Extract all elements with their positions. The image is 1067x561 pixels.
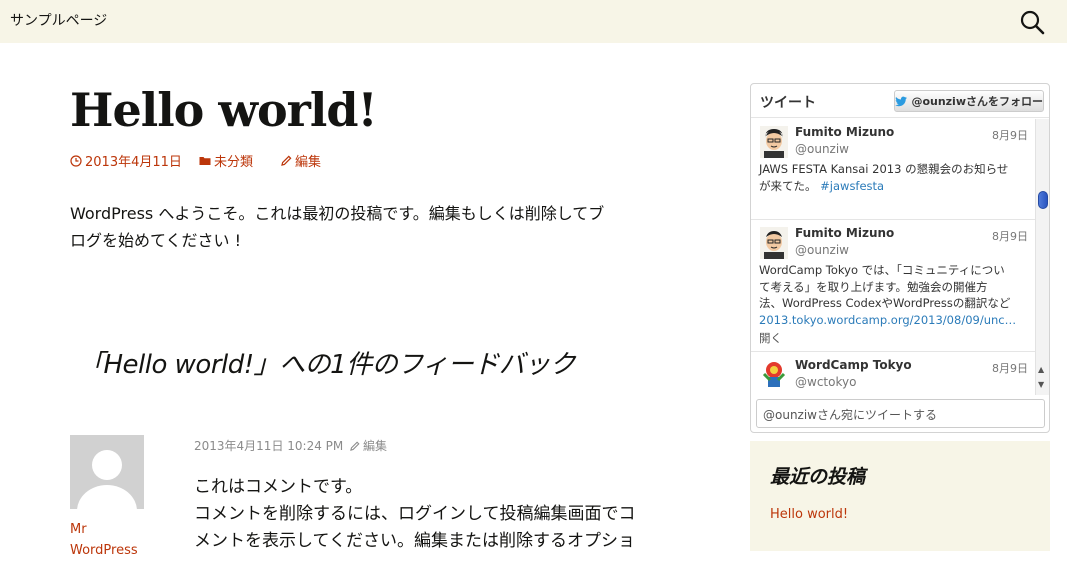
comment-edit-label: 編集 — [363, 439, 388, 453]
comment-line: コメントを削除するには、ログインして投稿編集画面でコ — [194, 504, 636, 524]
tweet-text-line: JAWS FESTA Kansai 2013 の懇親会のお知らせ — [759, 162, 1009, 176]
comment-edit-link[interactable]: 編集 — [350, 437, 387, 454]
tweet-text-line: WordCamp Tokyo では、「コミュニティについ — [759, 263, 1005, 277]
post-date-link[interactable]: 2013年4月11日 — [70, 151, 182, 170]
tweet-text-line: 法、WordPress CodexやWordPressの翻訳など — [759, 296, 1011, 310]
comment-avatar — [70, 435, 144, 509]
twitter-follow-button[interactable]: @ounziwさんをフォロー — [894, 90, 1044, 112]
tweet-link[interactable]: 2013.tokyo.wordcamp.org/2013/08/09/unc… — [759, 312, 1027, 329]
avatar — [760, 227, 788, 259]
comment-author-line: WordPress — [70, 543, 138, 558]
post-content-line: WordPress へようこそ。これは最初の投稿です。編集もしくは削除してブ — [70, 204, 605, 223]
comment-date-link[interactable]: 2013年4月11日 10:24 PM — [194, 437, 343, 454]
default-avatar-icon — [70, 435, 144, 509]
tweet-list-scrollbar[interactable]: ▲ ▼ — [1035, 119, 1049, 395]
recent-posts-title: 最近の投稿 — [770, 466, 866, 488]
tweet-text: WordCamp Tokyo では、「コミュニティについ て考える」を取り上げま… — [759, 262, 1027, 328]
clock-icon — [70, 154, 82, 167]
post-edit-label: 編集 — [295, 155, 322, 170]
post-content-line: ログを始めてください ! — [70, 231, 242, 250]
comment-date: 2013年4月11日 10:24 PM — [194, 439, 344, 453]
tweet-item[interactable]: Fumito Mizuno @ounziw 8月9日 JAWS FESTA Ka… — [751, 119, 1035, 220]
tweet-text-fragment: が来てた。 — [759, 178, 817, 193]
tweet-list[interactable]: Fumito Mizuno @ounziw 8月9日 JAWS FESTA Ka… — [751, 119, 1035, 395]
pencil-icon — [350, 441, 360, 451]
pencil-icon — [281, 155, 292, 166]
tweet-text-line: て考える」を取り上げます。勉強会の開催方 — [759, 279, 988, 294]
tweet-item[interactable]: Fumito Mizuno @ounziw 8月9日 WordCamp Toky… — [751, 220, 1035, 352]
recent-posts-widget: 最近の投稿 Hello world! — [750, 441, 1050, 551]
tweet-time[interactable]: 8月9日 — [992, 127, 1028, 143]
tweet-text: JAWS FESTA Kansai 2013 の懇親会のお知らせ が来てた。 #… — [759, 161, 1027, 194]
post-content: WordPress へようこそ。これは最初の投稿です。編集もしくは削除してブ ロ… — [70, 200, 670, 254]
tweet-compose-input[interactable]: @ounziwさん宛にツイートする — [756, 399, 1045, 428]
scrollbar-thumb[interactable] — [1038, 191, 1048, 209]
post-title[interactable]: Hello world! — [70, 83, 378, 137]
comment-author-line: Mr — [70, 522, 87, 537]
comments-title: 「Hello world!」への1件のフィードバック — [78, 350, 576, 380]
tweet-author-name[interactable]: Fumito Mizuno — [795, 125, 894, 139]
tweet-author-handle[interactable]: @ounziw — [795, 243, 849, 257]
scroll-down-arrow-icon[interactable]: ▼ — [1038, 380, 1044, 389]
post-category-link[interactable]: 未分類 — [199, 151, 253, 170]
tweet-time[interactable]: 8月9日 — [992, 228, 1028, 244]
comment-content: これはコメントです。 コメントを削除するには、ログインして投稿編集画面でコ メン… — [194, 474, 674, 555]
tweet-author-name[interactable]: WordCamp Tokyo — [795, 358, 912, 372]
top-navigation-bar: サンプルページ — [0, 0, 1067, 43]
tweet-author-name[interactable]: Fumito Mizuno — [795, 226, 894, 240]
post-date: 2013年4月11日 — [85, 155, 182, 170]
post-category: 未分類 — [214, 155, 254, 170]
avatar — [760, 126, 788, 158]
twitter-widget-header: ツイート @ounziwさんをフォロー — [751, 84, 1049, 118]
comment-author-link[interactable]: Mr WordPress — [70, 519, 138, 561]
search-icon — [1020, 10, 1045, 35]
recent-post-link[interactable]: Hello world! — [770, 507, 848, 522]
scroll-up-arrow-icon[interactable]: ▲ — [1038, 365, 1044, 374]
twitter-timeline-widget: ツイート @ounziwさんをフォロー Fumito Mizuno @ounzi… — [750, 83, 1050, 433]
tweet-open-link[interactable]: 開く — [759, 330, 782, 346]
twitter-bird-icon — [895, 96, 907, 106]
folder-icon — [199, 157, 211, 165]
comment-line: これはコメントです。 — [194, 477, 363, 497]
hashtag-link[interactable]: #jawsfesta — [820, 179, 884, 193]
tweet-time[interactable]: 8月9日 — [992, 360, 1028, 376]
twitter-widget-title: ツイート — [760, 95, 816, 111]
tweet-author-handle[interactable]: @wctokyo — [795, 375, 856, 389]
tweet-text-line: が来てた。 #jawsfesta — [759, 178, 1027, 195]
tweet-author-handle[interactable]: @ounziw — [795, 142, 849, 156]
post-edit-link[interactable]: 編集 — [281, 151, 321, 170]
nav-link-sample-page[interactable]: サンプルページ — [10, 10, 107, 30]
twitter-follow-label: @ounziwさんをフォロー — [911, 95, 1043, 108]
search-button[interactable] — [1018, 8, 1046, 36]
tweet-item[interactable]: WordCamp Tokyo @wctokyo 8月9日 — [751, 352, 1035, 395]
avatar — [760, 358, 788, 390]
comment-line: メントを表示してください。編集または削除するオプショ — [194, 531, 635, 551]
